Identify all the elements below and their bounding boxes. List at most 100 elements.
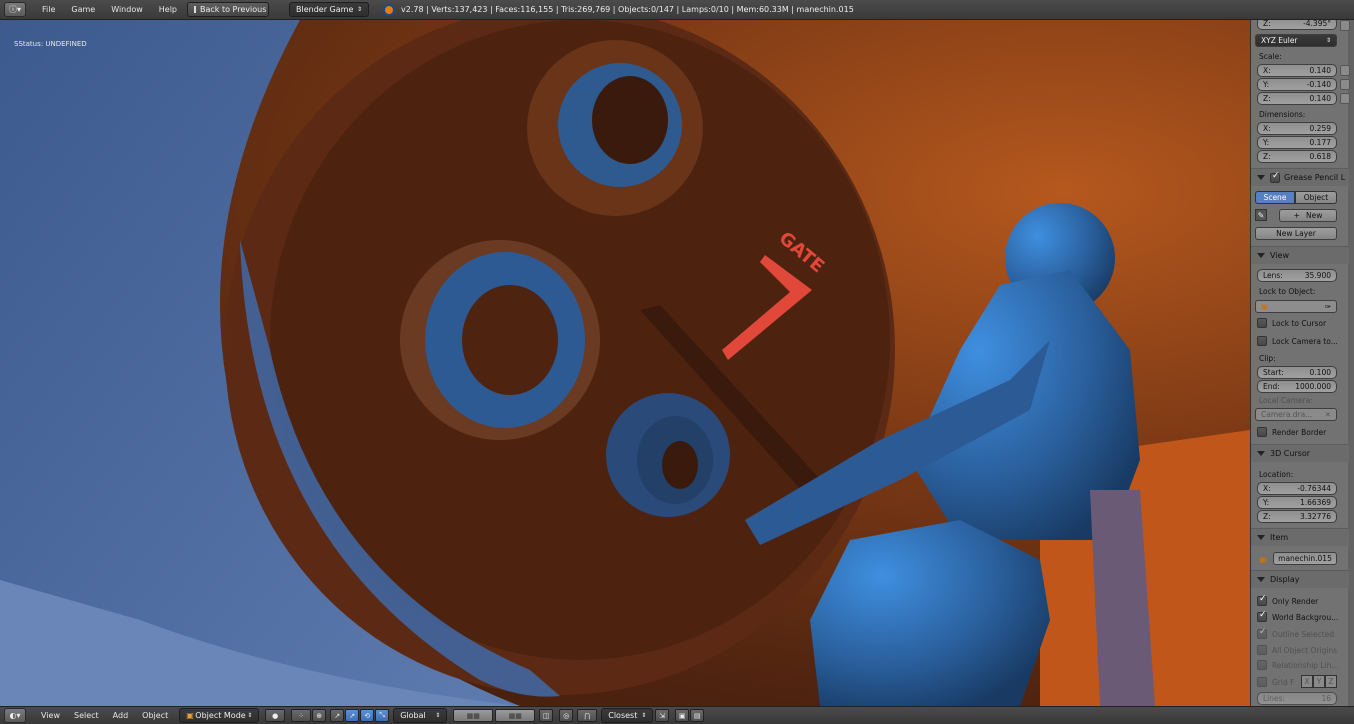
layer-buttons-b[interactable]: ▦▦ [495, 709, 536, 722]
eyedropper-icon[interactable]: ✑ [1325, 302, 1331, 311]
object-name-field[interactable]: manechin.015 [1273, 552, 1337, 565]
3d-view-editor-icon: ◐▾ [9, 711, 21, 720]
cube-icon: ▣ [1261, 302, 1269, 311]
cursor-y-field[interactable]: Y: 1.66369 [1257, 496, 1337, 509]
lock-icon[interactable] [1340, 20, 1350, 31]
grid-floor-checkbox[interactable] [1257, 677, 1267, 687]
snap-align-button[interactable]: ⇲ [655, 709, 670, 722]
pencil-icon[interactable]: ✎ [1255, 209, 1267, 221]
back-to-previous-button[interactable]: Back to Previous [187, 2, 270, 17]
snap-target-select[interactable]: Closest ⇕ [601, 708, 654, 723]
sphere-shading-icon: ● [272, 711, 279, 720]
grid-axis-y-toggle[interactable]: Y [1313, 675, 1325, 688]
relationship-lines-checkbox[interactable] [1257, 660, 1267, 670]
scale-z-label: Z: [1263, 94, 1271, 103]
scale-manipulator[interactable]: ⤡ [375, 709, 390, 722]
transform-orientation-select[interactable]: Global ⇕ [393, 708, 448, 723]
tab-object[interactable]: Object [1295, 191, 1337, 204]
render-animation-button[interactable]: ▤ [690, 709, 705, 722]
mannequin-legs [810, 520, 1050, 706]
item-panel-header[interactable]: Item [1251, 528, 1349, 546]
menu-object[interactable]: Object [135, 711, 175, 720]
only-render-checkbox[interactable] [1257, 594, 1267, 606]
grid-axis-x-toggle[interactable]: X [1301, 675, 1313, 688]
lock-icon[interactable] [1340, 79, 1350, 90]
dimension-y-label: Y: [1263, 138, 1270, 147]
object-cube-icon: ▣ [1259, 554, 1267, 564]
menu-help[interactable]: Help [151, 5, 185, 14]
grid-axis-z-toggle[interactable]: Z [1325, 675, 1337, 688]
render-engine-select[interactable]: Blender Game ⇕ [289, 2, 370, 17]
cursor-x-field[interactable]: X: -0.76344 [1257, 482, 1337, 495]
new-grease-pencil-button[interactable]: + New [1279, 209, 1337, 222]
rotate-icon: ⟲ [364, 711, 371, 720]
menu-select[interactable]: Select [67, 711, 106, 720]
dimension-x-field[interactable]: X: 0.259 [1257, 122, 1337, 135]
lock-icon[interactable] [1340, 93, 1350, 104]
local-camera-field[interactable]: Camera.dra... ✕ [1255, 408, 1337, 421]
rotation-z-field[interactable]: Z: -4.395° [1257, 20, 1337, 30]
grid-lines-value: 16 [1321, 694, 1331, 703]
display-panel-header[interactable]: Display [1251, 570, 1349, 588]
lock-icon[interactable] [1340, 65, 1350, 76]
menu-game[interactable]: Game [63, 5, 103, 14]
all-object-origins-checkbox[interactable] [1257, 645, 1267, 655]
dimension-y-field[interactable]: Y: 0.177 [1257, 136, 1337, 149]
interaction-mode-select[interactable]: ▣ Object Mode ⇕ [179, 708, 260, 723]
scale-z-value: 0.140 [1309, 94, 1331, 103]
view-panel-header[interactable]: View [1251, 246, 1349, 264]
snap-toggle[interactable]: ⋂ [577, 709, 598, 722]
menu-file[interactable]: File [34, 5, 63, 14]
dimension-z-field[interactable]: Z: 0.618 [1257, 150, 1337, 163]
render-border-checkbox[interactable] [1257, 427, 1267, 437]
editor-type-button[interactable]: ◐▾ [4, 708, 26, 723]
world-background-checkbox[interactable] [1257, 610, 1267, 622]
manipulator-toggle[interactable]: ⊕ [312, 709, 327, 722]
menu-window[interactable]: Window [103, 5, 151, 14]
render-preview-button[interactable]: ▣ [675, 709, 690, 722]
editor-type-button[interactable]: ⓘ▾ [4, 2, 26, 17]
scale-z-field[interactable]: Z: 0.140 [1257, 92, 1337, 105]
layer-lock-button[interactable]: ◫ [539, 709, 554, 722]
proportional-edit-button[interactable]: ◎ [559, 709, 574, 722]
render-border-label: Render Border [1272, 428, 1327, 437]
grid-lines-field[interactable]: Lines: 16 [1257, 692, 1337, 705]
outline-selected-checkbox[interactable] [1257, 627, 1267, 639]
lock-camera-checkbox[interactable] [1257, 336, 1267, 346]
tab-scene[interactable]: Scene [1255, 191, 1295, 204]
close-icon[interactable]: ✕ [1325, 410, 1331, 419]
clip-end-field[interactable]: End: 1000.000 [1257, 380, 1337, 393]
grease-pencil-checkbox[interactable] [1270, 171, 1280, 183]
3d-viewport[interactable]: GATE SStatus: UNDEFINED [0, 20, 1250, 706]
scale-y-value: -0.140 [1306, 80, 1331, 89]
dimension-z-label: Z: [1263, 152, 1271, 161]
scale-x-field[interactable]: X: 0.140 [1257, 64, 1337, 77]
clip-start-field[interactable]: Start: 0.100 [1257, 366, 1337, 379]
manipulator-enable[interactable]: ↗ [330, 709, 345, 722]
rotate-manipulator[interactable]: ⟲ [360, 709, 375, 722]
translate-manipulator[interactable]: ↗ [345, 709, 360, 722]
new-layer-button[interactable]: New Layer [1255, 227, 1337, 240]
properties-sidebar: Z: -4.395° XYZ Euler ⇕ Scale: X: 0.140 Y:… [1250, 20, 1354, 706]
only-render-label: Only Render [1272, 597, 1319, 606]
lens-field[interactable]: Lens: 35.900 [1257, 269, 1337, 282]
lock-object-field[interactable]: ▣ ✑ [1255, 300, 1337, 313]
3d-cursor-panel-header[interactable]: 3D Cursor [1251, 444, 1349, 462]
collapse-arrow-icon [1257, 535, 1265, 540]
viewport-shading-select[interactable]: ● [265, 709, 286, 722]
cube-icon: ▣ [186, 711, 194, 720]
updown-arrows-icon: ⇕ [247, 712, 253, 719]
grease-pencil-panel-header[interactable]: Grease Pencil L [1251, 168, 1349, 186]
cursor-z-field[interactable]: Z: 3.32776 [1257, 510, 1337, 523]
menu-add[interactable]: Add [106, 711, 136, 720]
lens-value: 35.900 [1304, 271, 1331, 280]
rotation-mode-select[interactable]: XYZ Euler ⇕ [1255, 34, 1337, 47]
layer-buttons-a[interactable]: ▦▦ [453, 709, 494, 722]
menu-view[interactable]: View [34, 711, 67, 720]
render-engine-value: Blender Game [296, 5, 354, 14]
lock-to-cursor-checkbox[interactable] [1257, 318, 1267, 328]
pivot-point-select[interactable]: ⁘ [291, 709, 312, 722]
scale-y-field[interactable]: Y: -0.140 [1257, 78, 1337, 91]
sidebar-scrollbar[interactable] [1348, 20, 1354, 706]
viewport-scene: GATE [0, 20, 1250, 706]
